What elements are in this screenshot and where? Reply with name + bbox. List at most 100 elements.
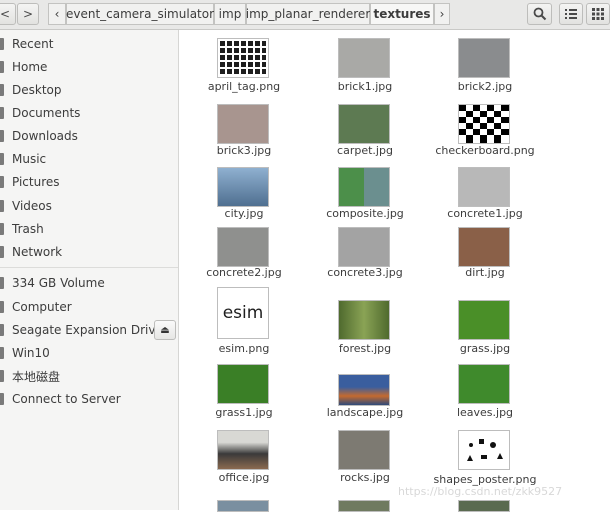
breadcrumb-label: imp_planar_renderer	[245, 7, 371, 21]
sidebar-item-computer[interactable]: Computer	[0, 296, 178, 318]
file-grid: april_tag.png brick1.jpg brick2.jpg bric…	[179, 30, 610, 512]
file-name: grass.jpg	[459, 342, 511, 355]
image-thumbnail	[338, 300, 390, 340]
file-item[interactable]: rocks.jpg	[310, 430, 420, 488]
file-item[interactable]: forest.jpg	[310, 300, 420, 358]
file-item[interactable]: checkerboard.png	[430, 104, 540, 164]
home-icon	[0, 61, 4, 73]
grid-view-button[interactable]	[586, 3, 610, 25]
sidebar-item-videos[interactable]: Videos	[0, 195, 178, 217]
sidebar-item-label: Seagate Expansion Drive	[12, 323, 163, 337]
sidebar-item-downloads[interactable]: Downloads	[0, 125, 178, 147]
file-name: landscape.jpg	[326, 406, 404, 419]
sidebar-item-label: Connect to Server	[12, 392, 121, 406]
sidebar-item-label: Trash	[12, 222, 44, 236]
eject-icon: ⏏	[160, 324, 170, 336]
breadcrumb-textures[interactable]: textures	[370, 3, 434, 25]
computer-icon	[0, 301, 4, 313]
sidebar-item-label: Desktop	[12, 83, 62, 97]
sidebar-item-label: Recent	[12, 37, 54, 51]
sidebar-item-label: Music	[12, 152, 47, 166]
chevron-right-icon: >	[22, 7, 34, 21]
april-tag-thumbnail	[217, 38, 269, 78]
sidebar-item-label: Downloads	[12, 129, 78, 143]
file-name: grass1.jpg	[215, 406, 273, 419]
sidebar-item-local-disk[interactable]: 本地磁盘	[0, 365, 178, 387]
file-item[interactable]: concrete2.jpg	[189, 227, 299, 285]
file-item[interactable]: brick1.jpg	[310, 38, 420, 98]
esim-thumbnail-text: esim	[222, 303, 264, 323]
image-thumbnail[interactable]	[338, 500, 390, 512]
file-item[interactable]: brick3.jpg	[189, 104, 299, 164]
file-item[interactable]: composite.jpg	[310, 167, 420, 225]
file-item[interactable]: landscape.jpg	[310, 374, 420, 422]
sidebar-item-win10[interactable]: Win10	[0, 342, 178, 364]
image-thumbnail[interactable]	[217, 500, 269, 512]
places-sidebar: Recent Home Desktop Documents Downloads …	[0, 30, 179, 510]
file-item[interactable]: grass.jpg	[430, 300, 540, 358]
file-name: brick1.jpg	[337, 80, 393, 93]
sidebar-item-seagate[interactable]: Seagate Expansion Drive	[0, 319, 178, 341]
image-thumbnail	[217, 227, 269, 267]
file-name: checkerboard.png	[435, 144, 535, 157]
breadcrumb-scroll-right[interactable]: ›	[434, 3, 450, 25]
forward-button[interactable]: >	[17, 3, 39, 25]
sidebar-item-music[interactable]: Music	[0, 148, 178, 170]
sidebar-item-label: Pictures	[12, 175, 60, 189]
file-name: dirt.jpg	[465, 266, 505, 279]
server-icon	[0, 393, 4, 405]
file-item[interactable]: leaves.jpg	[430, 364, 540, 422]
esim-thumbnail: esim	[217, 287, 269, 339]
image-thumbnail	[458, 167, 510, 207]
file-item[interactable]: grass1.jpg	[189, 364, 299, 422]
list-view-button[interactable]	[559, 3, 583, 25]
file-item[interactable]: brick2.jpg	[430, 38, 540, 98]
sidebar-item-desktop[interactable]: Desktop	[0, 79, 178, 101]
file-item[interactable]: concrete3.jpg	[310, 227, 420, 285]
breadcrumb-imp-planar-renderer[interactable]: imp_planar_renderer	[246, 3, 370, 25]
sidebar-item-334gb-volume[interactable]: 334 GB Volume	[0, 272, 178, 294]
sidebar-item-trash[interactable]: Trash	[0, 218, 178, 240]
file-item[interactable]: esim esim.png	[189, 287, 299, 357]
file-item[interactable]: shapes_poster.png	[430, 430, 540, 490]
sidebar-item-pictures[interactable]: Pictures	[0, 171, 178, 193]
file-name: april_tag.png	[207, 80, 281, 93]
network-icon	[0, 246, 4, 258]
sidebar-item-label: Home	[12, 60, 48, 74]
file-item[interactable]: city.jpg	[189, 167, 299, 225]
image-thumbnail	[338, 38, 390, 78]
downloads-icon	[0, 130, 4, 142]
image-thumbnail[interactable]	[458, 500, 510, 512]
breadcrumb-scroll-left[interactable]: ‹	[48, 3, 66, 25]
eject-button[interactable]: ⏏	[154, 320, 176, 340]
file-name: leaves.jpg	[456, 406, 514, 419]
sidebar-item-recent[interactable]: Recent	[0, 33, 178, 55]
sidebar-item-network[interactable]: Network	[0, 241, 178, 263]
breadcrumb-event-camera-simulator[interactable]: event_camera_simulator	[66, 3, 214, 25]
file-name: city.jpg	[224, 207, 264, 220]
sidebar-item-label: Computer	[12, 300, 72, 314]
file-item[interactable]: april_tag.png	[189, 38, 299, 98]
sidebar-item-documents[interactable]: Documents	[0, 102, 178, 124]
image-thumbnail	[458, 227, 510, 267]
search-icon	[533, 7, 546, 21]
drive-icon	[0, 370, 4, 382]
file-item[interactable]: dirt.jpg	[430, 227, 540, 285]
file-name: forest.jpg	[338, 342, 392, 355]
file-item[interactable]: office.jpg	[189, 430, 299, 488]
file-item[interactable]: carpet.jpg	[310, 104, 420, 164]
watermark: https://blog.csdn.net/zkk9527	[398, 485, 563, 498]
search-button[interactable]	[527, 3, 552, 25]
documents-icon	[0, 107, 4, 119]
file-name: brick2.jpg	[457, 80, 513, 93]
image-thumbnail	[217, 104, 269, 144]
sidebar-item-connect-to-server[interactable]: Connect to Server	[0, 388, 178, 410]
back-button[interactable]: <	[0, 3, 16, 25]
file-item[interactable]: concrete1.jpg	[430, 167, 540, 225]
sidebar-item-home[interactable]: Home	[0, 56, 178, 78]
file-name: rocks.jpg	[340, 471, 390, 484]
trash-icon	[0, 223, 4, 235]
breadcrumb-imp[interactable]: imp	[214, 3, 246, 25]
drive-icon	[0, 324, 4, 336]
header-bar: < > ‹ event_camera_simulator imp imp_pla…	[0, 0, 610, 30]
